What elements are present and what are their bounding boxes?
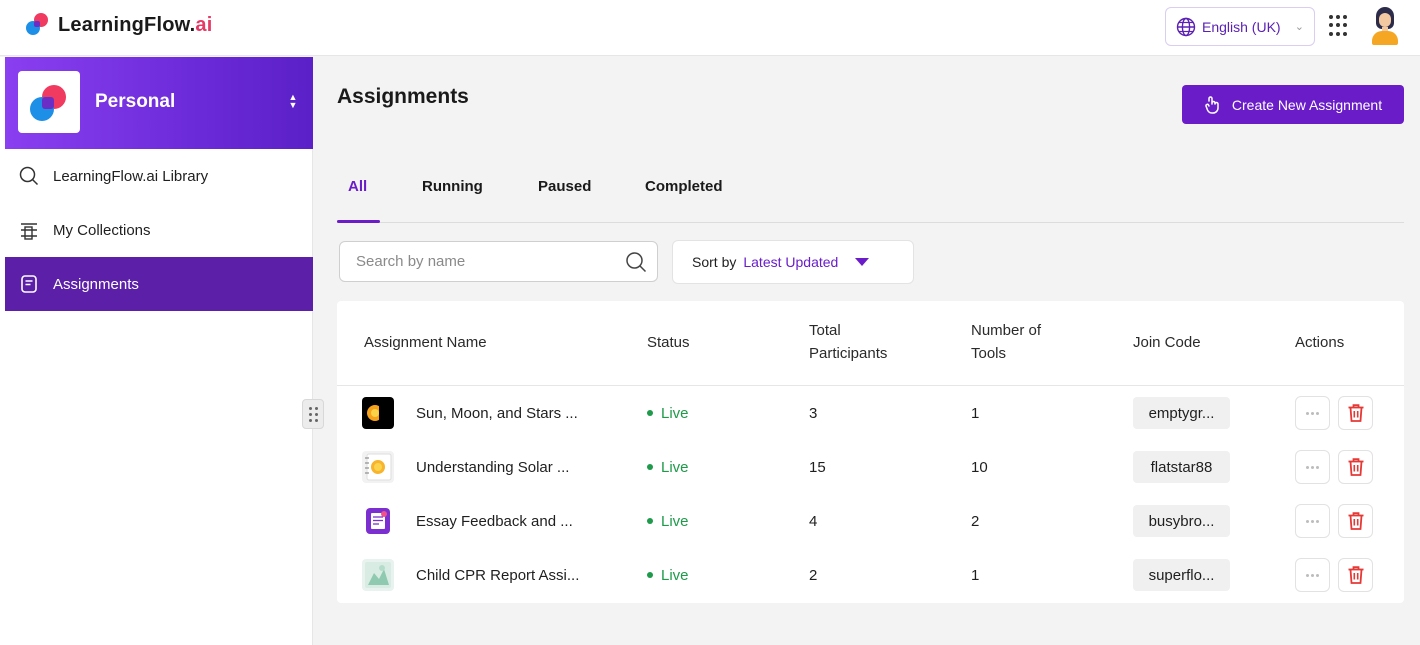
collections-icon <box>19 220 39 240</box>
search-box[interactable] <box>339 241 658 282</box>
sidebar-item-library[interactable]: LearningFlow.ai Library <box>5 149 313 203</box>
avatar[interactable] <box>1369 7 1401 45</box>
language-label: English (UK) <box>1202 18 1281 35</box>
caret-down-icon <box>855 258 870 266</box>
essay-feedback-thumbnail <box>362 505 394 537</box>
hand-tap-icon <box>1205 95 1219 114</box>
participants-count: 2 <box>809 566 818 584</box>
tools-count: 1 <box>971 404 980 422</box>
sort-dropdown[interactable]: Sort by Latest Updated <box>672 240 914 284</box>
page-title: Assignments <box>337 85 469 108</box>
cpr-report-thumbnail <box>362 559 394 591</box>
logo-icon <box>24 12 50 38</box>
column-header-actions: Actions <box>1295 334 1345 351</box>
switch-arrows-icon: ▲ ▼ <box>288 92 298 110</box>
column-header-participants: Total Participants <box>809 322 888 362</box>
sidebar: Personal ▲ ▼ LearningFlow.ai Library My C… <box>0 57 313 645</box>
assignment-name[interactable]: Essay Feedback and ... <box>416 494 573 548</box>
apps-grid-icon[interactable] <box>1329 15 1351 37</box>
assignment-icon <box>19 274 39 294</box>
top-bar: LearningFlow.ai English (UK) ⌄ <box>0 0 1420 56</box>
tab-completed[interactable]: Completed <box>645 178 723 195</box>
trash-icon <box>1348 404 1363 422</box>
join-code[interactable]: emptygr... <box>1133 397 1230 429</box>
more-options-button[interactable] <box>1295 396 1330 430</box>
assignment-name[interactable]: Child CPR Report Assi... <box>416 548 579 602</box>
tools-count: 2 <box>971 512 980 530</box>
column-header-join-code: Join Code <box>1133 334 1201 351</box>
table-row[interactable]: Child CPR Report Assi... Live 2 1 superf… <box>337 548 1404 602</box>
column-header-name: Assignment Name <box>364 334 487 351</box>
sidebar-resize-handle[interactable] <box>302 399 324 429</box>
sidebar-item-collections[interactable]: My Collections <box>5 203 313 257</box>
table-row[interactable]: Sun, Moon, and Stars ... Live 3 1 emptyg… <box>337 386 1404 440</box>
delete-button[interactable] <box>1338 558 1373 592</box>
active-tab-indicator <box>337 220 380 223</box>
trash-icon <box>1348 566 1363 584</box>
workspace-name: Personal <box>95 91 176 112</box>
tools-count: 10 <box>971 458 988 476</box>
table-row[interactable]: Understanding Solar ... Live 15 10 flats… <box>337 440 1404 494</box>
trash-icon <box>1348 512 1363 530</box>
column-header-tools: Number of Tools <box>971 322 1042 362</box>
tab-running[interactable]: Running <box>422 178 483 195</box>
trash-icon <box>1348 458 1363 476</box>
more-options-button[interactable] <box>1295 558 1330 592</box>
workspace-switcher[interactable]: Personal ▲ ▼ <box>5 57 313 149</box>
create-assignment-button[interactable]: Create New Assignment <box>1182 85 1404 124</box>
status-badge: Live <box>647 548 689 602</box>
status-badge: Live <box>647 440 689 494</box>
brand-name: LearningFlow.ai <box>58 13 213 36</box>
chevron-down-icon: ⌄ <box>1294 21 1304 33</box>
status-badge: Live <box>647 494 689 548</box>
join-code[interactable]: flatstar88 <box>1133 451 1230 483</box>
search-icon <box>626 251 647 272</box>
search-icon <box>19 166 39 186</box>
status-badge: Live <box>647 386 689 440</box>
assignments-table: Assignment Name Status Total Participant… <box>337 301 1404 603</box>
column-header-status: Status <box>647 334 690 351</box>
sort-label: Sort by <box>692 254 737 270</box>
workspace-logo-icon <box>18 71 80 133</box>
brand-logo[interactable]: LearningFlow.ai <box>24 12 213 38</box>
tab-all[interactable]: All <box>348 178 367 195</box>
language-selector[interactable]: English (UK) ⌄ <box>1165 7 1315 46</box>
participants-count: 4 <box>809 512 818 530</box>
search-input[interactable] <box>356 253 625 270</box>
assignment-name[interactable]: Understanding Solar ... <box>416 440 569 494</box>
create-button-label: Create New Assignment <box>1231 96 1383 113</box>
join-code[interactable]: superflo... <box>1133 559 1230 591</box>
join-code[interactable]: busybro... <box>1133 505 1230 537</box>
tab-bar: All Running Paused Completed <box>337 165 1404 223</box>
more-options-button[interactable] <box>1295 504 1330 538</box>
participants-count: 3 <box>809 404 818 422</box>
participants-count: 15 <box>809 458 826 476</box>
delete-button[interactable] <box>1338 450 1373 484</box>
sidebar-item-label: LearningFlow.ai Library <box>53 167 209 185</box>
tools-count: 1 <box>971 566 980 584</box>
globe-icon <box>1176 17 1196 36</box>
solar-notebook-thumbnail <box>362 451 394 483</box>
delete-button[interactable] <box>1338 504 1373 538</box>
sort-value: Latest Updated <box>743 254 839 270</box>
table-header: Assignment Name Status Total Participant… <box>337 301 1404 386</box>
sun-moon-thumbnail <box>362 397 394 429</box>
delete-button[interactable] <box>1338 396 1373 430</box>
sidebar-item-assignments[interactable]: Assignments <box>5 257 313 311</box>
assignment-name[interactable]: Sun, Moon, and Stars ... <box>416 386 578 440</box>
table-row[interactable]: Essay Feedback and ... Live 4 2 busybro.… <box>337 494 1404 548</box>
sidebar-item-label: Assignments <box>53 275 139 293</box>
more-options-button[interactable] <box>1295 450 1330 484</box>
tab-paused[interactable]: Paused <box>538 178 591 195</box>
sidebar-item-label: My Collections <box>53 221 151 239</box>
